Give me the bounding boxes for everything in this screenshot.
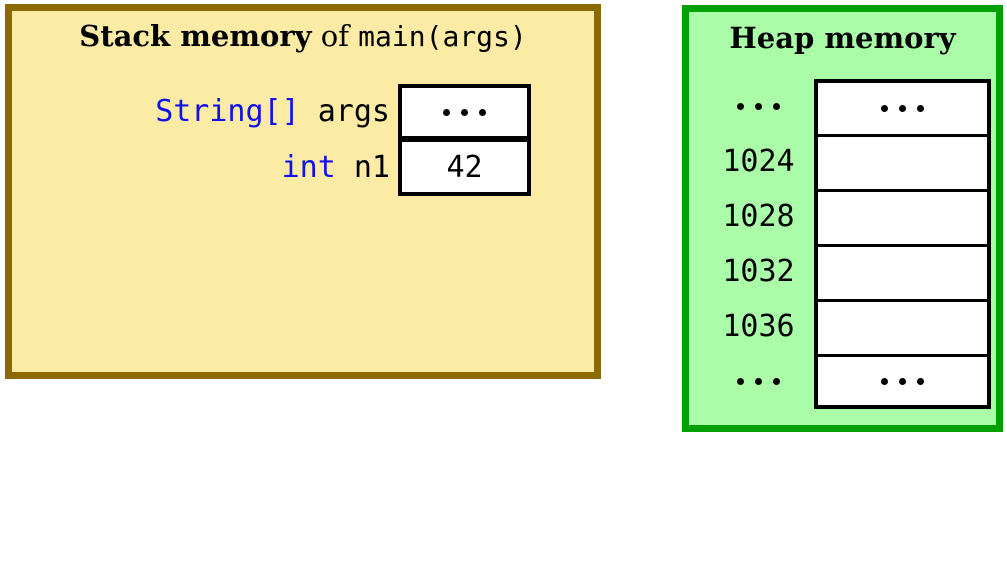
- stack-variable-type-args: String[]: [155, 94, 300, 129]
- ellipsis-dots-icon: [737, 378, 780, 385]
- heap-cell-value: [814, 354, 991, 409]
- heap-address-label: 1024: [722, 144, 795, 179]
- heap-table-row: 1032: [703, 244, 993, 299]
- stack-variable-row-n1: int n1 42: [12, 140, 531, 196]
- heap-memory-panel: Heap memory 1024 1028 1032 1036: [682, 5, 1003, 432]
- heap-cell-value: [814, 244, 991, 299]
- stack-title-method: main(args): [358, 20, 527, 53]
- stack-memory-title: Stack memory of main(args): [12, 17, 594, 56]
- heap-table-row: 1024: [703, 134, 993, 189]
- ellipsis-dots-icon: [443, 108, 486, 116]
- heap-address-label: [703, 354, 814, 409]
- stack-title-connector: of: [311, 19, 359, 53]
- heap-address-label: 1028: [722, 199, 795, 234]
- heap-table-row: 1028: [703, 189, 993, 244]
- heap-cell-value: [814, 79, 991, 134]
- stack-variable-type-n1: int: [281, 150, 336, 185]
- stack-variable-label-n1: int n1: [282, 140, 398, 196]
- heap-memory-table: 1024 1028 1032 1036: [703, 79, 993, 409]
- stack-variable-label-args: String[] args: [155, 84, 398, 140]
- stack-title-bold: Stack memory: [79, 19, 312, 53]
- heap-cell-value: [814, 189, 991, 244]
- stack-variable-value-n1: 42: [398, 140, 531, 196]
- heap-cell-value: [814, 299, 991, 354]
- stack-variable-value-args: [398, 84, 531, 140]
- heap-address-label: 1036: [722, 309, 795, 344]
- heap-cell-value: [814, 134, 991, 189]
- heap-table-row: [703, 354, 993, 409]
- stack-variable-name-args: args: [317, 94, 390, 129]
- heap-table-row: 1036: [703, 299, 993, 354]
- heap-table-row: [703, 79, 993, 134]
- heap-memory-title: Heap memory: [729, 21, 956, 55]
- ellipsis-dots-icon: [881, 377, 924, 385]
- ellipsis-dots-icon: [737, 103, 780, 110]
- stack-memory-panel: Stack memory of main(args) String[] args…: [5, 4, 601, 379]
- stack-variable-list: String[] args int n1 42: [12, 84, 531, 196]
- ellipsis-dots-icon: [881, 105, 924, 112]
- stack-variable-row-args: String[] args: [12, 84, 531, 140]
- stack-variable-name-n1: n1: [353, 150, 390, 185]
- heap-address-label: [703, 79, 814, 134]
- heap-address-label: 1032: [722, 254, 795, 289]
